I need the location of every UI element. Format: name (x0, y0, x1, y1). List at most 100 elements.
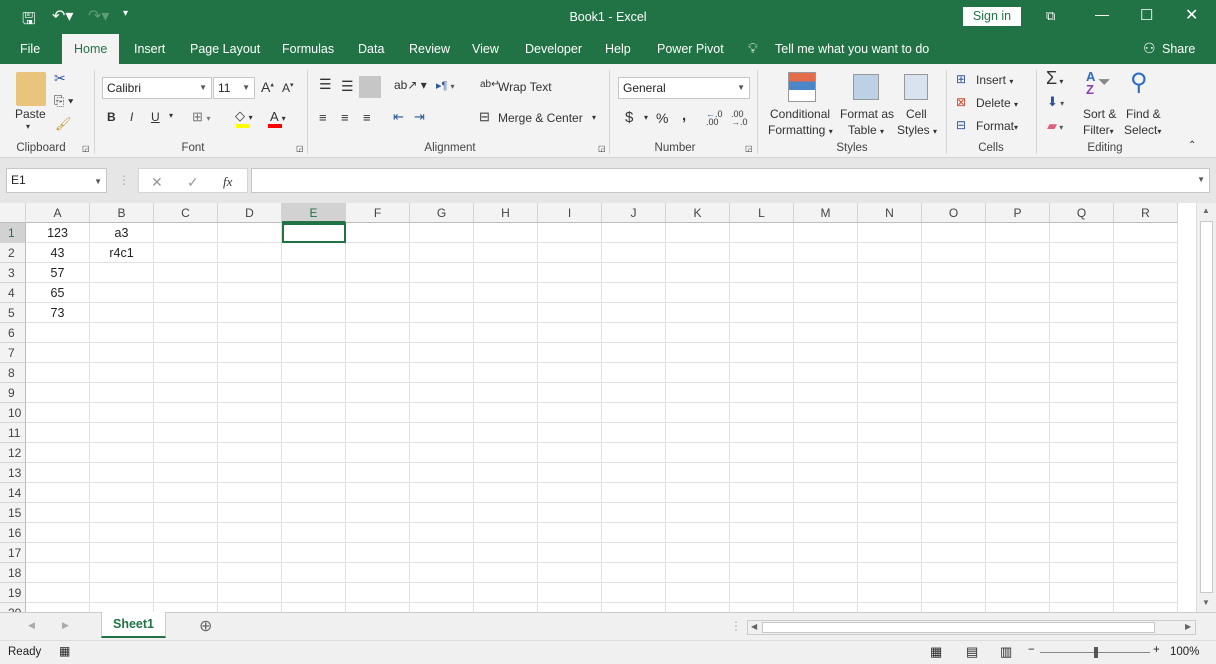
zoom-slider-thumb[interactable] (1094, 647, 1098, 658)
cell-R11[interactable] (1114, 423, 1178, 443)
sheet-tab-sheet1[interactable]: Sheet1 (101, 612, 166, 638)
cell-L5[interactable] (730, 303, 794, 323)
cell-B6[interactable] (90, 323, 154, 343)
cell-R16[interactable] (1114, 523, 1178, 543)
cell-H14[interactable] (474, 483, 538, 503)
align-left-icon[interactable]: ≡ (319, 110, 327, 125)
cell-G3[interactable] (410, 263, 474, 283)
cell-H17[interactable] (474, 543, 538, 563)
cell-P19[interactable] (986, 583, 1050, 603)
cell-A4[interactable]: 65 (26, 283, 90, 303)
cell-styles-button-line2[interactable]: Styles ▾ (897, 123, 937, 137)
cell-J4[interactable] (602, 283, 666, 303)
scroll-sheets-right-icon[interactable]: ▶ (62, 620, 69, 631)
row-header-5[interactable]: 5 (0, 303, 26, 323)
row-header-9[interactable]: 9 (0, 383, 26, 403)
cell-F10[interactable] (346, 403, 410, 423)
scroll-sheets-left-icon[interactable]: ◀ (28, 620, 35, 631)
row-header-11[interactable]: 11 (0, 423, 26, 443)
cell-M2[interactable] (794, 243, 858, 263)
number-format-select[interactable]: General ▼ (618, 77, 750, 99)
cell-G18[interactable] (410, 563, 474, 583)
cell-H2[interactable] (474, 243, 538, 263)
cell-F3[interactable] (346, 263, 410, 283)
cell-Q9[interactable] (1050, 383, 1114, 403)
share-button[interactable]: Share (1162, 42, 1195, 56)
increase-indent-icon[interactable]: ⇥ (414, 109, 425, 125)
cell-O18[interactable] (922, 563, 986, 583)
page-layout-view-button[interactable]: ▤ (966, 644, 978, 660)
cell-E14[interactable] (282, 483, 346, 503)
cell-L10[interactable] (730, 403, 794, 423)
cell-O8[interactable] (922, 363, 986, 383)
cell-M5[interactable] (794, 303, 858, 323)
cancel-icon[interactable]: ✕ (151, 172, 163, 192)
cell-I4[interactable] (538, 283, 602, 303)
macro-record-icon[interactable]: ▦ (59, 644, 70, 658)
cell-O4[interactable] (922, 283, 986, 303)
tab-help[interactable]: Help (593, 34, 643, 64)
cell-B3[interactable] (90, 263, 154, 283)
cell-R14[interactable] (1114, 483, 1178, 503)
cell-Q5[interactable] (1050, 303, 1114, 323)
cell-O14[interactable] (922, 483, 986, 503)
cell-G5[interactable] (410, 303, 474, 323)
minimize-button[interactable]: — (1095, 6, 1109, 22)
cell-K2[interactable] (666, 243, 730, 263)
cell-styles-button[interactable]: Cell (906, 107, 927, 121)
comma-button[interactable]: , (682, 107, 686, 124)
cell-O2[interactable] (922, 243, 986, 263)
cell-R8[interactable] (1114, 363, 1178, 383)
column-header-M[interactable]: M (794, 203, 858, 223)
delete-cells-button[interactable]: Delete ▾ (976, 96, 1018, 110)
cell-C11[interactable] (154, 423, 218, 443)
cell-F12[interactable] (346, 443, 410, 463)
row-header-17[interactable]: 17 (0, 543, 26, 563)
cell-D10[interactable] (218, 403, 282, 423)
cell-B19[interactable] (90, 583, 154, 603)
cell-J10[interactable] (602, 403, 666, 423)
paste-button[interactable]: Paste (15, 107, 46, 121)
dialog-launcher-icon[interactable]: ◲ (296, 144, 304, 153)
cell-J5[interactable] (602, 303, 666, 323)
cell-G17[interactable] (410, 543, 474, 563)
cell-D2[interactable] (218, 243, 282, 263)
format-painter-icon[interactable]: 🖌︎ (55, 116, 72, 132)
cell-K7[interactable] (666, 343, 730, 363)
cell-O10[interactable] (922, 403, 986, 423)
cell-J6[interactable] (602, 323, 666, 343)
cell-I6[interactable] (538, 323, 602, 343)
autosum-icon[interactable]: Σ ▾ (1046, 68, 1063, 89)
cell-J12[interactable] (602, 443, 666, 463)
cell-I11[interactable] (538, 423, 602, 443)
cell-A17[interactable] (26, 543, 90, 563)
cell-C15[interactable] (154, 503, 218, 523)
cell-K10[interactable] (666, 403, 730, 423)
page-break-view-button[interactable]: ▥ (1000, 644, 1012, 660)
cell-J14[interactable] (602, 483, 666, 503)
maximize-button[interactable]: ☐ (1140, 6, 1153, 24)
merge-center-button[interactable]: Merge & Center (498, 111, 583, 125)
cell-B12[interactable] (90, 443, 154, 463)
cell-F1[interactable] (346, 223, 410, 243)
cell-G15[interactable] (410, 503, 474, 523)
cell-R15[interactable] (1114, 503, 1178, 523)
cell-A11[interactable] (26, 423, 90, 443)
sort-filter-button[interactable]: Sort & (1083, 107, 1116, 121)
tab-page-layout[interactable]: Page Layout (178, 34, 272, 64)
conditional-formatting-button[interactable]: Conditional (770, 107, 830, 121)
cell-H3[interactable] (474, 263, 538, 283)
cell-G13[interactable] (410, 463, 474, 483)
column-header-K[interactable]: K (666, 203, 730, 223)
cell-N11[interactable] (858, 423, 922, 443)
cell-C12[interactable] (154, 443, 218, 463)
cell-I18[interactable] (538, 563, 602, 583)
cell-N15[interactable] (858, 503, 922, 523)
close-button[interactable]: ✕ (1185, 5, 1198, 25)
cell-I17[interactable] (538, 543, 602, 563)
align-right-icon[interactable]: ≡ (363, 110, 371, 125)
tab-power-pivot[interactable]: Power Pivot (645, 34, 736, 64)
cell-N7[interactable] (858, 343, 922, 363)
cell-H10[interactable] (474, 403, 538, 423)
cell-M16[interactable] (794, 523, 858, 543)
